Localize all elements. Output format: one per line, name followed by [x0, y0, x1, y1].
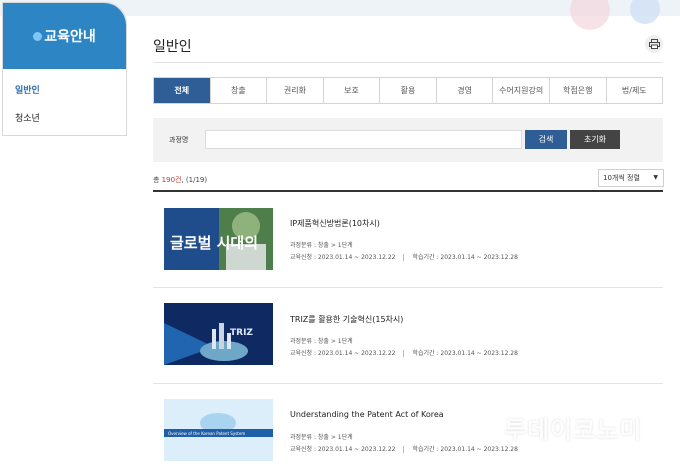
study-period: 학습기간 : 2023.01.14 ~ 2023.12.28: [412, 254, 518, 261]
course-thumbnail[interactable]: TRIZ: [164, 303, 273, 365]
separator: [403, 350, 405, 357]
course-title[interactable]: Understanding the Patent Act of Korea: [290, 410, 444, 419]
divider: [153, 62, 663, 63]
apply-period: 교육신청 : 2023.01.14 ~ 2023.12.22: [290, 254, 396, 261]
tab-management[interactable]: 경영: [435, 78, 493, 103]
course-thumbnail[interactable]: 글로벌 시대의: [164, 208, 273, 270]
banner-decoration: [630, 0, 660, 24]
course-title[interactable]: TRIZ를 활용한 기술혁신(15차시): [290, 314, 403, 325]
tab-protection[interactable]: 보호: [322, 78, 380, 103]
thumbnail-text: Overview of the Korean Patent System: [168, 431, 245, 436]
apply-period: 교육신청 : 2023.01.14 ~ 2023.12.22: [290, 446, 396, 453]
tab-rights[interactable]: 권리화: [266, 78, 323, 103]
banner-decoration: [570, 0, 610, 30]
separator: [403, 446, 405, 453]
search-input[interactable]: [205, 130, 522, 149]
course-title[interactable]: IP제품혁신방법론(10차시): [290, 218, 380, 229]
thumbnail-text: TRIZ: [230, 328, 253, 338]
course-item: TRIZ TRIZ를 활용한 기술혁신(15차시) 과정분류 : 창출 > 1단…: [153, 288, 663, 384]
watermark-logo: 투데이코노미: [504, 416, 643, 444]
printer-icon: [648, 39, 660, 49]
per-page-select[interactable]: 10개씩 정렬 ▼: [598, 169, 664, 187]
sidebar-header: 교육안내: [3, 3, 126, 69]
tab-utilization[interactable]: 활용: [379, 78, 436, 103]
search-panel: 과정명 검색 초기화: [153, 118, 663, 162]
course-item: 글로벌 시대의 IP제품혁신방법론(10차시) 과정분류 : 창출 > 1단계 …: [153, 192, 663, 288]
study-period: 학습기간 : 2023.01.14 ~ 2023.12.28: [412, 446, 518, 453]
course-thumbnail[interactable]: Overview of the Korean Patent System: [164, 399, 273, 461]
tab-law[interactable]: 법/제도: [605, 78, 663, 103]
count-prefix: 총: [153, 176, 162, 184]
course-category: 과정분류 : 창출 > 1단계: [290, 242, 353, 249]
search-label: 과정명: [169, 136, 189, 144]
search-button[interactable]: 검색: [525, 130, 567, 149]
study-period: 학습기간 : 2023.01.14 ~ 2023.12.28: [412, 350, 518, 357]
tab-creation[interactable]: 창출: [209, 78, 267, 103]
category-tabs: 전체 창출 권리화 보호 활용 경영 수어지원강의 학점은행 법/제도: [153, 77, 663, 104]
sidebar-item-youth[interactable]: 청소년: [3, 105, 126, 133]
sidebar-item-general[interactable]: 일반인: [3, 77, 126, 105]
sidebar-title: 교육안내: [44, 29, 96, 45]
print-button[interactable]: [645, 35, 663, 53]
count-suffix: , (1/19): [181, 176, 208, 184]
separator: [403, 254, 405, 261]
sidebar: 교육안내 일반인 청소년: [2, 2, 127, 136]
course-category: 과정분류 : 창출 > 1단계: [290, 338, 353, 345]
tab-credit-bank[interactable]: 학점은행: [548, 78, 606, 103]
chevron-down-icon: ▼: [653, 174, 658, 181]
course-dates: 교육신청 : 2023.01.14 ~ 2023.12.22 학습기간 : 202…: [290, 348, 518, 357]
thumbnail-text: 글로벌 시대의: [170, 234, 258, 252]
bulb-icon: [33, 31, 43, 41]
per-page-value: 10개씩 정렬: [603, 174, 640, 182]
reset-button[interactable]: 초기화: [570, 130, 620, 149]
count-number: 190건: [161, 176, 182, 184]
page-title: 일반인: [153, 39, 192, 55]
tab-all[interactable]: 전체: [154, 78, 210, 103]
tab-sign-language[interactable]: 수어지원강의: [492, 78, 549, 103]
course-dates: 교육신청 : 2023.01.14 ~ 2023.12.22 학습기간 : 202…: [290, 252, 518, 261]
result-count: 총 190건, (1/19): [153, 175, 207, 185]
apply-period: 교육신청 : 2023.01.14 ~ 2023.12.22: [290, 350, 396, 357]
course-category: 과정분류 : 창출 > 1단계: [290, 434, 353, 441]
course-dates: 교육신청 : 2023.01.14 ~ 2023.12.22 학습기간 : 202…: [290, 444, 518, 453]
